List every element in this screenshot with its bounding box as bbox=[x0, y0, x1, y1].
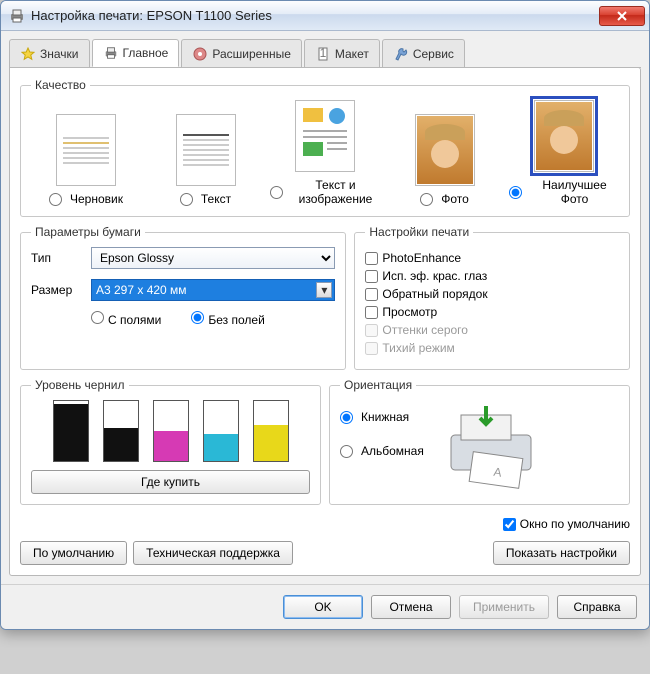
paper-size-label: Размер bbox=[31, 283, 91, 297]
tab-label: Расширенные bbox=[212, 47, 291, 61]
quality-option-best[interactable]: Наилучшее Фото bbox=[509, 100, 619, 206]
orientation-group: Ориентация Книжная Альбомная A bbox=[329, 378, 630, 505]
text-thumb bbox=[176, 114, 236, 186]
tabstrip: Значки Главное Расширенные 1 Макет bbox=[9, 39, 641, 68]
apply-button: Применить bbox=[459, 595, 549, 619]
tab-label: Главное bbox=[123, 46, 169, 60]
tab-layout[interactable]: 1 Макет bbox=[304, 39, 380, 67]
default-window-label: Окно по умолчанию bbox=[520, 517, 630, 531]
redeye-checkbox[interactable]: Исп. эф. крас. глаз bbox=[365, 269, 619, 283]
tab-service[interactable]: Сервис bbox=[382, 39, 465, 67]
window-title: Настройка печати: EPSON T1100 Series bbox=[31, 8, 599, 23]
wrench-icon bbox=[393, 46, 409, 62]
paper-legend: Параметры бумаги bbox=[31, 225, 145, 239]
quality-option-photo[interactable]: Фото bbox=[390, 114, 500, 206]
cancel-button[interactable]: Отмена bbox=[371, 595, 451, 619]
reverse-checkbox[interactable]: Обратный порядок bbox=[365, 287, 619, 301]
dialog-button-row: OK Отмена Применить Справка bbox=[1, 584, 649, 629]
quality-group: Качество Черновик Текст bbox=[20, 78, 630, 217]
ink-cartridge bbox=[153, 400, 189, 462]
tab-advanced[interactable]: Расширенные bbox=[181, 39, 302, 67]
quality-option-draft[interactable]: Черновик bbox=[31, 114, 141, 206]
paper-size-select[interactable]: A3 297 x 420 мм ▾ bbox=[91, 279, 335, 301]
show-settings-button[interactable]: Показать настройки bbox=[493, 541, 630, 565]
bestphoto-thumb bbox=[534, 100, 594, 172]
quality-radio-photo[interactable] bbox=[420, 193, 433, 206]
printer-illustration: A bbox=[436, 400, 546, 490]
window-body: Значки Главное Расширенные 1 Макет bbox=[1, 31, 649, 584]
printer-icon bbox=[103, 45, 119, 61]
quality-option-textimg[interactable]: Текст и изображение bbox=[270, 100, 380, 206]
orientation-landscape[interactable]: Альбомная bbox=[340, 444, 424, 458]
printsettings-group: Настройки печати PhotoEnhance Исп. эф. к… bbox=[354, 225, 630, 370]
ink-cartridge bbox=[103, 400, 139, 462]
tab-main[interactable]: Главное bbox=[92, 39, 180, 67]
quality-radio-text[interactable] bbox=[180, 193, 193, 206]
ink-group: Уровень чернил Где купить bbox=[20, 378, 321, 505]
grayscale-checkbox: Оттенки серого bbox=[365, 323, 619, 337]
photoenhance-checkbox[interactable]: PhotoEnhance bbox=[365, 251, 619, 265]
ink-legend: Уровень чернил bbox=[31, 378, 129, 392]
photo-thumb bbox=[415, 114, 475, 186]
close-button[interactable] bbox=[599, 6, 645, 26]
defaults-button[interactable]: По умолчанию bbox=[20, 541, 127, 565]
quiet-checkbox: Тихий режим bbox=[365, 341, 619, 355]
quality-legend: Качество bbox=[31, 78, 90, 92]
tab-label: Макет bbox=[335, 47, 369, 61]
quality-option-text[interactable]: Текст bbox=[151, 114, 261, 206]
star-icon bbox=[20, 46, 36, 62]
draft-thumb bbox=[56, 114, 116, 186]
paper-type-select[interactable]: Epson Glossy bbox=[91, 247, 335, 269]
titlebar: Настройка печати: EPSON T1100 Series bbox=[1, 1, 649, 31]
default-window-checkbox[interactable] bbox=[503, 518, 516, 531]
tab-icons[interactable]: Значки bbox=[9, 39, 90, 67]
margins-without-option[interactable]: Без полей bbox=[191, 311, 264, 327]
page-icon: 1 bbox=[315, 46, 331, 62]
buy-ink-button[interactable]: Где купить bbox=[31, 470, 310, 494]
svg-text:1: 1 bbox=[320, 47, 327, 60]
printer-icon bbox=[9, 8, 25, 24]
paper-type-label: Тип bbox=[31, 251, 91, 265]
textimg-thumb bbox=[295, 100, 355, 172]
printsettings-legend: Настройки печати bbox=[365, 225, 473, 239]
orientation-legend: Ориентация bbox=[340, 378, 416, 392]
quality-radio-textimg[interactable] bbox=[270, 186, 283, 199]
ink-cartridge bbox=[203, 400, 239, 462]
ink-cartridge bbox=[53, 400, 89, 462]
ok-button[interactable]: OK bbox=[283, 595, 363, 619]
support-button[interactable]: Техническая поддержка bbox=[133, 541, 293, 565]
tab-pane-main: Качество Черновик Текст bbox=[9, 67, 641, 576]
tab-label: Значки bbox=[40, 47, 79, 61]
help-button[interactable]: Справка bbox=[557, 595, 637, 619]
tab-label: Сервис bbox=[413, 47, 454, 61]
margins-with-option[interactable]: С полями bbox=[91, 311, 161, 327]
chevron-down-icon: ▾ bbox=[316, 282, 332, 298]
gear-icon bbox=[192, 46, 208, 62]
quality-radio-draft[interactable] bbox=[49, 193, 62, 206]
orientation-portrait[interactable]: Книжная bbox=[340, 410, 424, 424]
ink-cartridge bbox=[253, 400, 289, 462]
preview-checkbox[interactable]: Просмотр bbox=[365, 305, 619, 319]
print-settings-window: Настройка печати: EPSON T1100 Series Зна… bbox=[0, 0, 650, 630]
paper-group: Параметры бумаги Тип Epson Glossy Размер… bbox=[20, 225, 346, 370]
quality-radio-best[interactable] bbox=[509, 186, 522, 199]
